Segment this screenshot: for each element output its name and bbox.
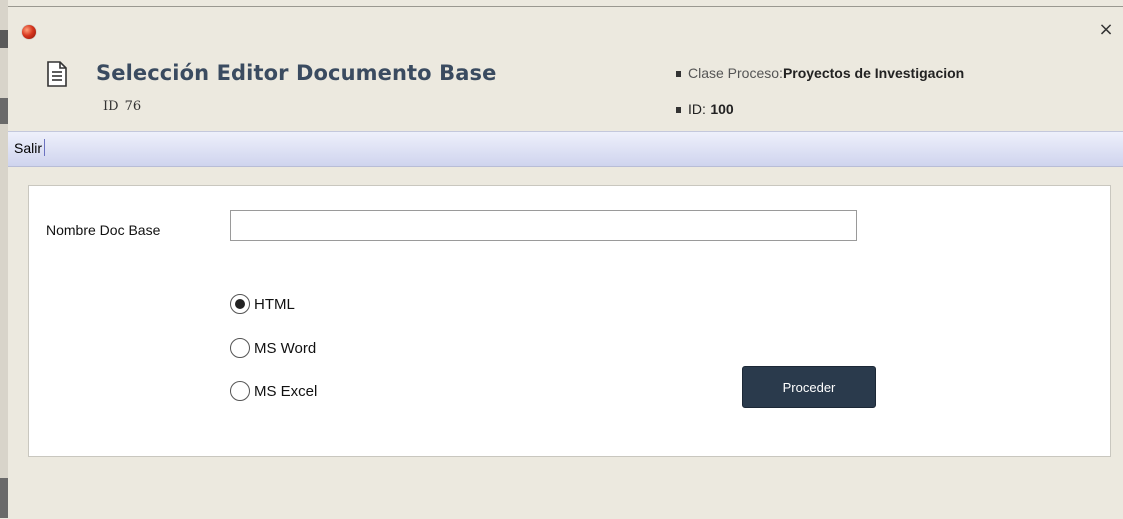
edge-shadow: [0, 30, 8, 48]
meta-id-value: 100: [710, 101, 734, 117]
bullet-icon: [676, 107, 681, 113]
page-title: Selección Editor Documento Base: [96, 61, 497, 85]
nombre-doc-base-label: Nombre Doc Base: [46, 222, 161, 238]
radio-ms-excel[interactable]: MS Excel: [230, 379, 317, 403]
bullet-icon: [676, 71, 681, 77]
radio-ms-word[interactable]: MS Word: [230, 336, 316, 360]
edge-shadow: [0, 478, 8, 518]
radio-ms-excel-label: MS Excel: [254, 382, 318, 400]
nombre-doc-base-input[interactable]: [230, 210, 857, 241]
document-icon: [47, 61, 67, 87]
clase-proceso-label: Clase Proceso:: [688, 65, 783, 81]
app-logo-icon: [22, 25, 36, 39]
radio-ms-word-circle[interactable]: [230, 338, 250, 358]
radio-ms-word-label: MS Word: [254, 339, 317, 357]
close-button[interactable]: ×: [1097, 21, 1115, 39]
record-id: ID 76: [103, 99, 141, 114]
dialog-header: Selección Editor Documento Base ID 76 Cla…: [8, 47, 1123, 131]
dialog-window: × Selección Editor Documento Base ID 76 C…: [8, 6, 1123, 519]
record-id-value: 76: [124, 99, 142, 114]
form-panel: Nombre Doc Base HTML MS Word MS Excel Pr…: [28, 185, 1111, 457]
meta-id-label: ID:: [688, 101, 706, 117]
radio-html[interactable]: HTML: [230, 292, 295, 316]
proceder-button[interactable]: Proceder: [742, 366, 876, 408]
radio-ms-excel-circle[interactable]: [230, 381, 250, 401]
clase-proceso-value: Proyectos de Investigacion: [782, 65, 965, 81]
record-id-label: ID: [103, 99, 119, 114]
radio-html-circle[interactable]: [230, 294, 250, 314]
toolbar-separator: [44, 139, 45, 156]
radio-html-label: HTML: [254, 295, 295, 313]
title-bar: ×: [8, 7, 1123, 47]
salir-button[interactable]: Salir: [14, 140, 42, 156]
toolbar: Salir: [8, 131, 1123, 167]
left-window-edge: [0, 0, 8, 518]
edge-shadow: [0, 98, 8, 124]
